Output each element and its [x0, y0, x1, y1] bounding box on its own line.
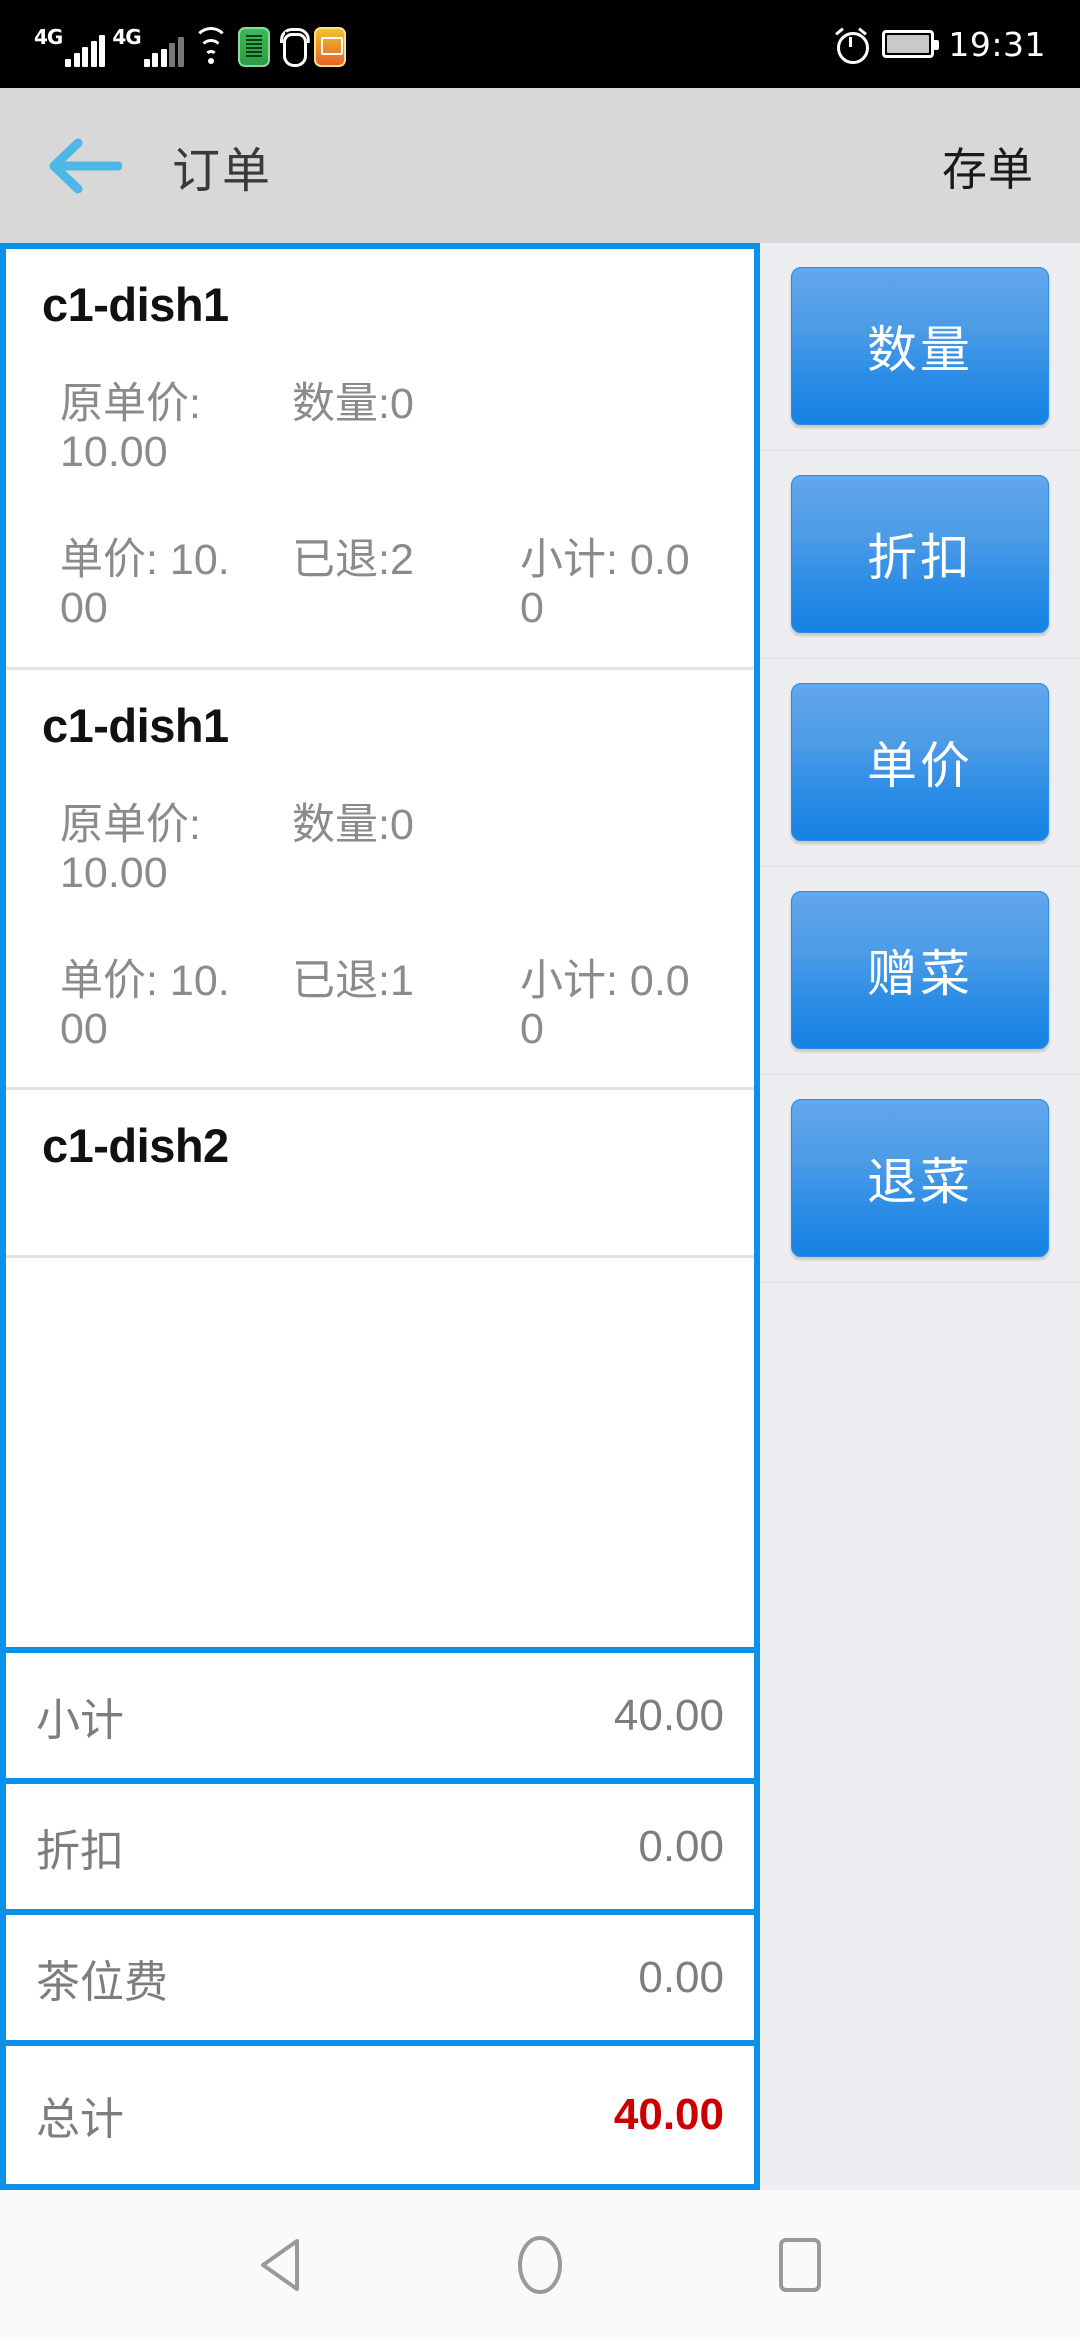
- dish-name: c1-dish1: [42, 278, 229, 331]
- status-bar: 4G 4G 19:31: [0, 0, 1080, 88]
- dish-price-label: 单价:: [60, 956, 158, 1005]
- summary-row-discount: 折扣 0.00: [0, 1778, 760, 1909]
- summary-label: 总计: [36, 2095, 124, 2144]
- action-slot: 数量: [760, 243, 1080, 451]
- summary-label: 折扣: [36, 1826, 124, 1876]
- dish-refunded-label: 已退:: [292, 956, 390, 1005]
- dish-price-label: 单价:: [60, 536, 158, 585]
- action-slot: 退菜: [760, 1075, 1080, 1283]
- signal-4g-secondary-label: 4G: [112, 25, 141, 49]
- status-bar-left-icons: 4G 4G: [34, 21, 346, 67]
- unit-price-button[interactable]: 单价: [791, 683, 1049, 841]
- summary-row-subtotal: 小计 40.00: [0, 1647, 760, 1778]
- dish-row-top: 原单价: 10.00 数量:0: [42, 801, 718, 897]
- dish-name: c1-dish2: [42, 1119, 229, 1173]
- summary-value: 0.00: [638, 1821, 724, 1871]
- battery-icon: [882, 30, 940, 58]
- summary-row-total: 总计 40.00: [0, 2040, 760, 2190]
- dish-qty: 数量:0: [292, 380, 414, 476]
- dish-price: 单价: 10.00: [60, 536, 235, 632]
- summary-value: 0.00: [638, 1952, 724, 2002]
- save-order-button[interactable]: 存单: [936, 123, 1040, 208]
- action-slot: 折扣: [760, 451, 1080, 659]
- summary-label: 茶位费: [36, 1957, 168, 2007]
- order-summary: 小计 40.00 折扣 0.00 茶位费 0.00 总计 40.00: [0, 1647, 760, 2190]
- summary-value: 40.00: [613, 1690, 724, 1740]
- discount-button[interactable]: 折扣: [791, 475, 1049, 633]
- dish-subtotal: 小计: 0.00: [520, 536, 695, 632]
- app-header: 订单 存单: [0, 88, 1080, 243]
- dish-orig-price: 原单价: 10.00: [60, 380, 235, 476]
- dish-subtotal-label: 小计:: [520, 956, 618, 1005]
- dish-row-top: 原单价: 10.00 数量:0: [42, 380, 718, 476]
- dish-qty-value: 0: [389, 380, 414, 428]
- page-title: 订单: [172, 144, 273, 198]
- quantity-button[interactable]: 数量: [791, 267, 1049, 425]
- dish-refunded-value: 2: [389, 536, 414, 585]
- dish-orig-price-value: 10.00: [60, 428, 168, 477]
- android-nav-bar: [0, 2190, 1080, 2340]
- mail-app-icon: [313, 27, 346, 67]
- nav-home-icon[interactable]: [480, 2205, 600, 2325]
- signal-4g-secondary-icon: 4G: [112, 23, 184, 67]
- action-panel-filler: [760, 1283, 1080, 2190]
- dish-subtotal: 小计: 0.00: [520, 957, 695, 1053]
- alarm-icon: [834, 27, 870, 64]
- dish-orig-price-label: 原单价:: [60, 380, 201, 428]
- dish-row-bottom: 单价: 10.00 已退:1 小计: 0.00: [42, 957, 718, 1053]
- dish-orig-price: 原单价: 10.00: [60, 801, 235, 897]
- summary-row-tea-fee: 茶位费 0.00: [0, 1909, 760, 2040]
- dish-item[interactable]: c1-dish2: [6, 1090, 754, 1259]
- action-slot: 单价: [760, 659, 1080, 867]
- dish-refunded: 已退:1: [292, 957, 414, 1053]
- dish-name: c1-dish1: [42, 698, 229, 752]
- nav-recents-icon[interactable]: [740, 2205, 860, 2325]
- nav-back-icon[interactable]: [220, 2205, 340, 2325]
- dish-subtotal-label: 小计:: [520, 536, 618, 585]
- signal-4g-label: 4G: [34, 25, 63, 49]
- dish-row-bottom: 单价: 10.00 已退:2 小计: 0.00: [42, 536, 718, 632]
- dish-item[interactable]: c1-dish1 原单价: 10.00 数量:0 单价: 10.00 已退:2 …: [6, 249, 754, 670]
- dish-item[interactable]: c1-dish1 原单价: 10.00 数量:0 单价: 10.00 已退:1 …: [6, 669, 754, 1091]
- dish-refunded: 已退:2: [292, 536, 414, 632]
- action-panel: 数量 折扣 单价 赠菜 退菜: [760, 243, 1080, 2190]
- status-bar-clock: 19:31: [948, 24, 1046, 64]
- summary-total-value: 40.00: [613, 2090, 724, 2139]
- signal-bars-secondary: [143, 37, 184, 67]
- signal-4g-icon: 4G: [34, 23, 106, 67]
- dish-orig-price-value: 10.00: [60, 848, 168, 897]
- status-bar-right-icons: 19:31: [834, 25, 1046, 64]
- sim-app-icon: [237, 27, 270, 67]
- phone-screen: 4G 4G 19:31 订单 存单 c1-dish1 原单价: 10.00 数量…: [0, 0, 1080, 2340]
- dish-price: 单价: 10.00: [60, 957, 235, 1053]
- signal-bars: [65, 35, 106, 67]
- dish-refunded-label: 已退:: [292, 536, 390, 585]
- dish-qty-label: 数量:: [292, 800, 390, 849]
- dish-orig-price-label: 原单价:: [60, 800, 201, 849]
- order-column: c1-dish1 原单价: 10.00 数量:0 单价: 10.00 已退:2 …: [0, 243, 760, 2190]
- dish-qty-value: 0: [389, 800, 414, 849]
- main-content: c1-dish1 原单价: 10.00 数量:0 单价: 10.00 已退:2 …: [0, 243, 1080, 2190]
- complimentary-dish-button[interactable]: 赠菜: [791, 891, 1049, 1049]
- dish-qty-label: 数量:: [292, 380, 390, 428]
- back-arrow-icon[interactable]: [48, 137, 122, 195]
- summary-label: 小计: [36, 1695, 124, 1745]
- dish-list[interactable]: c1-dish1 原单价: 10.00 数量:0 单价: 10.00 已退:2 …: [0, 243, 760, 1647]
- action-slot: 赠菜: [760, 867, 1080, 1075]
- dish-refunded-value: 1: [389, 956, 414, 1005]
- bull-app-icon: [277, 27, 307, 67]
- return-dish-button[interactable]: 退菜: [791, 1099, 1049, 1257]
- wifi-icon: [191, 27, 231, 65]
- dish-qty: 数量:0: [292, 801, 414, 897]
